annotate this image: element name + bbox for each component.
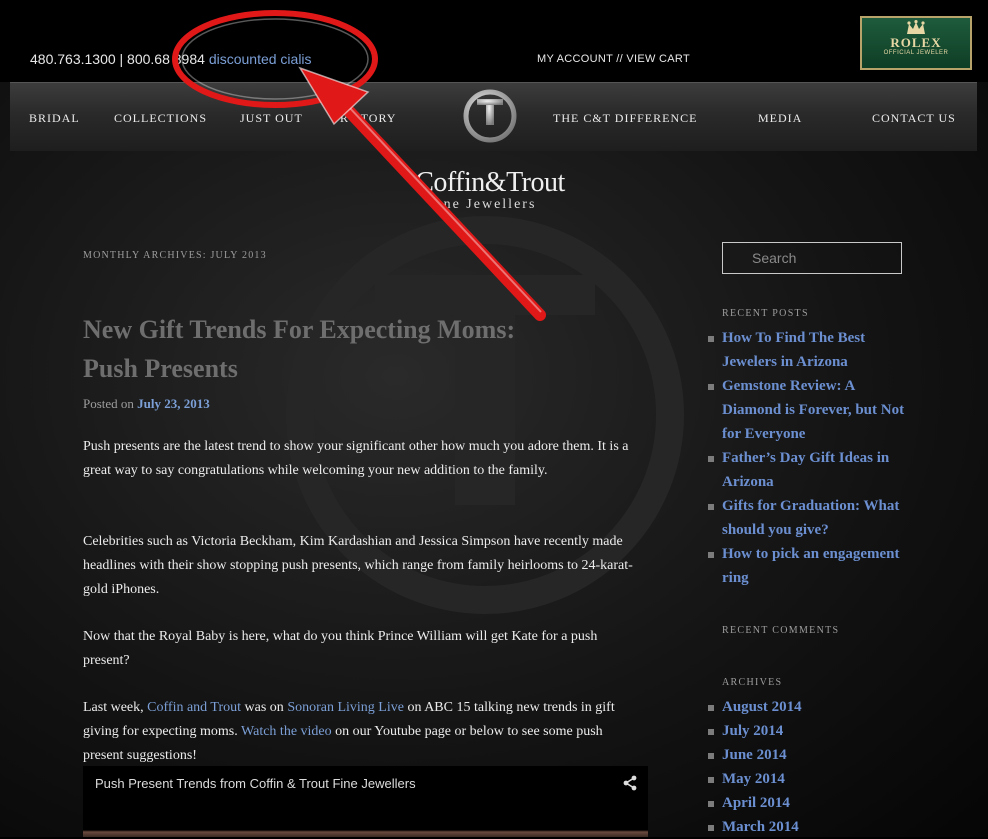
text-segment: was on: [244, 700, 284, 715]
search-input[interactable]: [722, 242, 902, 274]
recent-comments-heading: RECENT COMMENTS: [722, 625, 840, 636]
brand-logo[interactable]: Coffin&Trout ne Jewellers: [390, 168, 590, 212]
recent-posts-heading: RECENT POSTS: [722, 308, 809, 319]
nav-item-difference[interactable]: THE C&T DIFFERENCE: [553, 111, 697, 126]
video-title[interactable]: Push Present Trends from Coffin & Trout …: [95, 776, 416, 791]
rolex-name: ROLEX: [890, 35, 942, 50]
list-item[interactable]: August 2014: [706, 695, 906, 719]
brand-tagline: ne Jewellers: [443, 197, 537, 212]
posted-date-link[interactable]: July 23, 2013: [137, 396, 210, 411]
account-cart-links[interactable]: MY ACCOUNT // VIEW CART: [537, 53, 690, 65]
nav-item-bridal[interactable]: BRIDAL: [29, 111, 80, 126]
list-item[interactable]: Gemstone Review: A Diamond is Forever, b…: [706, 374, 906, 446]
archive-heading: MONTHLY ARCHIVES: JULY 2013: [83, 250, 267, 261]
list-item[interactable]: Gifts for Graduation: What should you gi…: [706, 494, 906, 542]
sonoran-living-link[interactable]: Sonoran Living Live: [287, 700, 404, 715]
list-item[interactable]: How to pick an engagement ring: [706, 542, 906, 590]
main-nav: BRIDAL COLLECTIONS JUST OUT R STORY THE …: [10, 82, 977, 151]
watch-video-link[interactable]: Watch the video: [241, 724, 332, 739]
post-paragraph: Last week, Coffin and Trout was on Sonor…: [83, 696, 643, 768]
list-item[interactable]: June 2014: [706, 743, 906, 767]
posted-label: Posted on: [83, 396, 134, 411]
archives-list: August 2014 July 2014 June 2014 May 2014…: [706, 695, 906, 839]
rolex-sub: OFFICIAL JEWELER: [883, 50, 949, 56]
rolex-badge[interactable]: ROLEX OFFICIAL JEWELER: [860, 16, 972, 70]
nav-item-just-out[interactable]: JUST OUT: [240, 111, 303, 126]
list-item[interactable]: April 2014: [706, 791, 906, 815]
archives-heading: ARCHIVES: [722, 677, 783, 688]
list-item[interactable]: July 2014: [706, 719, 906, 743]
share-icon[interactable]: [622, 775, 638, 791]
nav-item-collections[interactable]: COLLECTIONS: [114, 111, 207, 126]
list-item[interactable]: May 2014: [706, 767, 906, 791]
promo-link[interactable]: discounted cialis: [209, 51, 312, 67]
coffin-trout-link[interactable]: Coffin and Trout: [147, 700, 241, 715]
post-paragraph: Push presents are the latest trend to sh…: [83, 439, 629, 478]
recent-posts-list: How To Find The Best Jewelers in Arizona…: [706, 326, 906, 590]
nav-item-our-story[interactable]: R STORY: [332, 111, 396, 126]
crown-icon: [907, 20, 925, 34]
post-meta: Posted on July 23, 2013: [83, 396, 210, 412]
post-paragraph: Now that the Royal Baby is here, what do…: [83, 629, 598, 668]
text-segment: Last week,: [83, 700, 144, 715]
nav-item-media[interactable]: MEDIA: [758, 111, 802, 126]
list-item[interactable]: How To Find The Best Jewelers in Arizona: [706, 326, 906, 374]
post-paragraph: Celebrities such as Victoria Beckham, Ki…: [83, 534, 633, 597]
video-embed[interactable]: Push Present Trends from Coffin & Trout …: [83, 766, 648, 837]
brand-name: Coffin&Trout: [415, 167, 565, 198]
ct-monogram-icon[interactable]: [463, 89, 517, 143]
nav-item-contact[interactable]: CONTACT US: [872, 111, 956, 126]
post-title[interactable]: New Gift Trends For Expecting Moms: Push…: [83, 310, 543, 388]
list-item[interactable]: Father’s Day Gift Ideas in Arizona: [706, 446, 906, 494]
list-item[interactable]: March 2014: [706, 815, 906, 839]
top-bar: [0, 0, 988, 82]
phone-text: 480.763.1300 | 800.68 8984: [30, 51, 205, 67]
phone-numbers: 480.763.1300 | 800.68 8984 discounted ci…: [30, 51, 312, 67]
